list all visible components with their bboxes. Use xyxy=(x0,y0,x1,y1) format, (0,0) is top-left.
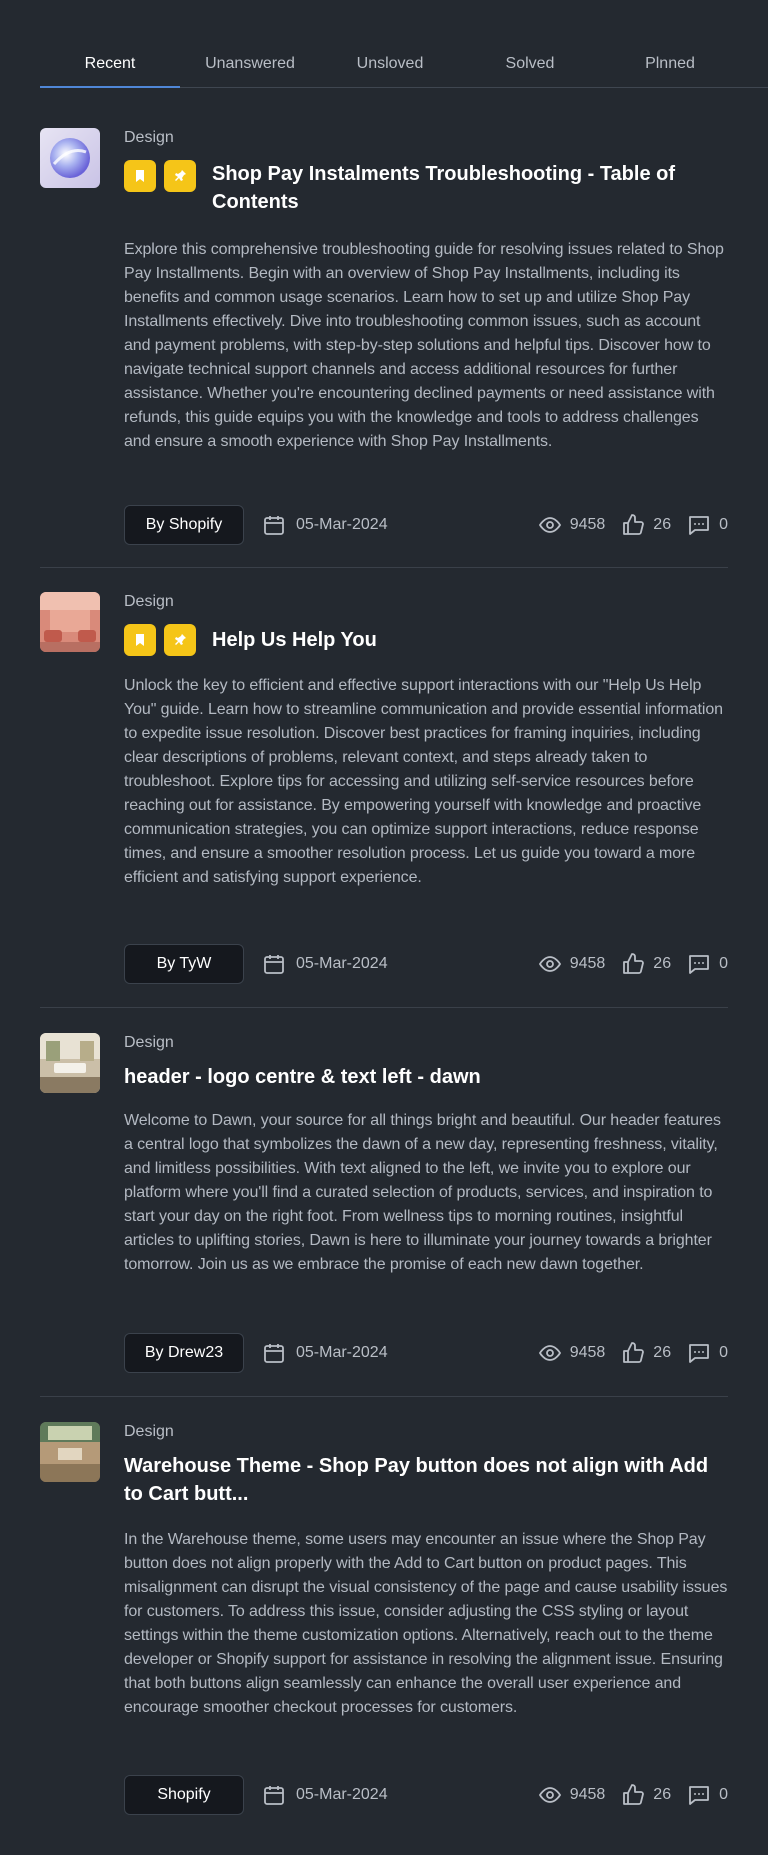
bookmark-icon xyxy=(124,624,156,656)
bookmark-icon xyxy=(124,160,156,192)
view-count: 9458 xyxy=(569,516,606,533)
thumbs-up-icon[interactable] xyxy=(621,952,645,976)
view-count: 9458 xyxy=(569,955,606,972)
post-body: Unlock the key to efficient and effectiv… xyxy=(124,677,723,886)
post-thumbnail xyxy=(40,1033,100,1093)
comment-count: 0 xyxy=(719,955,728,972)
post-body: Welcome to Dawn, your source for all thi… xyxy=(124,1112,721,1273)
author-button[interactable]: By Drew23 xyxy=(124,1333,244,1373)
author-button[interactable]: By TyW xyxy=(124,944,244,984)
post-item[interactable]: Design header - logo centre & text left … xyxy=(40,1033,728,1397)
comment-count: 0 xyxy=(719,516,728,533)
author-button[interactable]: Shopify xyxy=(124,1775,244,1815)
thumbs-up-icon[interactable] xyxy=(621,513,645,537)
view-count: 9458 xyxy=(569,1344,606,1361)
post-date: 05-Mar-2024 xyxy=(296,1786,388,1803)
comment-icon[interactable] xyxy=(687,513,711,537)
post-body: Explore this comprehensive troubleshooti… xyxy=(124,241,724,450)
calendar-icon xyxy=(264,516,284,535)
post-category: Design xyxy=(124,593,174,610)
comment-icon[interactable] xyxy=(687,952,711,976)
post-item[interactable]: Design Warehouse Theme - Shop Pay button… xyxy=(40,1422,728,1822)
thumbs-up-icon[interactable] xyxy=(621,1341,645,1365)
calendar-icon xyxy=(264,955,284,974)
tab-solved[interactable]: Solved xyxy=(460,44,600,87)
calendar-icon xyxy=(264,1344,284,1363)
comment-count: 0 xyxy=(719,1786,728,1803)
post-thumbnail xyxy=(40,1422,100,1482)
tab-bar: Recent Unanswered Unsloved Solved Plnned xyxy=(40,44,768,88)
post-title[interactable]: Help Us Help You xyxy=(212,624,377,656)
eye-icon xyxy=(538,956,561,972)
post-thumbnail xyxy=(40,128,100,188)
tab-planned[interactable]: Plnned xyxy=(600,44,740,87)
thumbs-up-icon[interactable] xyxy=(621,1783,645,1807)
like-count: 26 xyxy=(653,516,672,533)
pin-icon xyxy=(164,160,196,192)
post-category: Design xyxy=(124,129,174,146)
comment-icon[interactable] xyxy=(687,1341,711,1365)
tab-unanswered[interactable]: Unanswered xyxy=(180,44,320,87)
post-date: 05-Mar-2024 xyxy=(296,516,388,533)
like-count: 26 xyxy=(653,955,672,972)
post-item[interactable]: Design Help Us Help You Unlock the key t… xyxy=(40,592,728,1008)
like-count: 26 xyxy=(653,1786,672,1803)
like-count: 26 xyxy=(653,1344,672,1361)
comment-count: 0 xyxy=(719,1344,728,1361)
post-title[interactable]: Shop Pay Instalments Troubleshooting - T… xyxy=(212,160,728,216)
post-title[interactable]: header - logo centre & text left - dawn xyxy=(124,1063,481,1091)
post-title[interactable]: Warehouse Theme - Shop Pay button does n… xyxy=(124,1452,728,1508)
post-date: 05-Mar-2024 xyxy=(296,955,388,972)
calendar-icon xyxy=(264,1786,284,1805)
eye-icon xyxy=(538,1787,561,1803)
author-button[interactable]: By Shopify xyxy=(124,505,244,545)
pin-icon xyxy=(164,624,196,656)
eye-icon xyxy=(538,517,561,533)
post-body: In the Warehouse theme, some users may e… xyxy=(124,1531,728,1716)
view-count: 9458 xyxy=(569,1786,606,1803)
post-thumbnail xyxy=(40,592,100,652)
post-category: Design xyxy=(124,1423,174,1440)
eye-icon xyxy=(538,1345,561,1361)
post-category: Design xyxy=(124,1034,174,1051)
comment-icon[interactable] xyxy=(687,1783,711,1807)
post-date: 05-Mar-2024 xyxy=(296,1344,388,1361)
tab-recent[interactable]: Recent xyxy=(40,44,180,88)
post-item[interactable]: Design Shop Pay Instalments Troubleshoot… xyxy=(40,128,728,568)
tab-unsolved[interactable]: Unsloved xyxy=(320,44,460,87)
